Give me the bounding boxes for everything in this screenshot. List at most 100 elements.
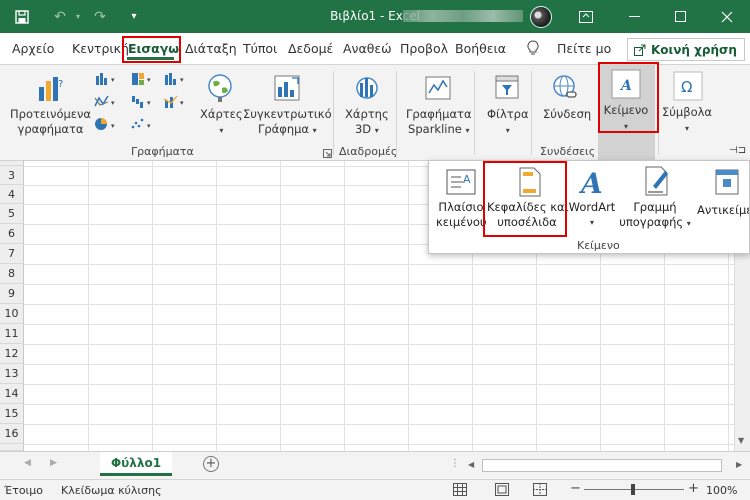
group-tours-label: Διαδρομές: [339, 145, 398, 158]
svg-text:A: A: [619, 78, 632, 94]
tab-insert[interactable]: Εισαγω: [128, 40, 179, 58]
status-bar: Έτοιμο Κλείδωμα κύλισης − + 100%: [0, 479, 750, 500]
zoom-out-icon[interactable]: −: [570, 481, 581, 496]
row-header[interactable]: 9: [0, 284, 24, 304]
row-header[interactable]: 3: [0, 166, 24, 185]
row-header[interactable]: 13: [0, 364, 24, 384]
collapse-ribbon-icon[interactable]: ⊣⊐: [729, 145, 746, 156]
link-button[interactable]: Σύνδεση: [543, 107, 591, 122]
prev-sheet-icon[interactable]: ◀: [24, 458, 31, 468]
share-button[interactable]: Κοινή χρήση: [627, 38, 745, 61]
signature-line-button[interactable]: Γραμμή υπογραφής ▾: [619, 200, 691, 231]
wordart-button[interactable]: WordArt ▾: [568, 200, 616, 230]
undo-dropdown-icon[interactable]: ▾: [72, 0, 84, 33]
header-footer-icon: [517, 167, 543, 200]
object-button[interactable]: Αντικείμεν: [697, 203, 749, 218]
group-text-label: Κείμενο: [577, 239, 620, 252]
pivot-chart-icon: [272, 73, 302, 106]
row-header[interactable]: 15: [0, 404, 24, 424]
svg-text:A: A: [463, 173, 471, 186]
object-icon: [714, 168, 742, 199]
tab-home[interactable]: Κεντρική: [72, 40, 129, 58]
tab-help[interactable]: Βοήθεια: [455, 40, 506, 58]
scroll-left-icon[interactable]: ◀: [468, 460, 474, 469]
add-sheet-icon[interactable]: +: [203, 456, 219, 472]
header-footer-button[interactable]: Κεφαλίδες και υποσέλιδα: [487, 200, 569, 230]
minimize-icon[interactable]: [612, 0, 658, 33]
close-icon[interactable]: [704, 0, 750, 33]
recommended-charts-button[interactable]: Προτεινόμενα γραφήματα: [10, 107, 91, 137]
tab-view[interactable]: Προβολ: [400, 40, 448, 58]
tab-data[interactable]: Δεδομέ: [288, 40, 333, 58]
row-header[interactable]: 10: [0, 304, 24, 324]
maps-button[interactable]: Χάρτες ▾: [200, 107, 243, 138]
pie-chart-icon[interactable]: ▾: [94, 117, 122, 134]
status-ready: Έτοιμο: [4, 484, 44, 497]
text-box-icon: A: [445, 167, 477, 200]
avatar[interactable]: [530, 6, 552, 28]
statistic-chart-icon[interactable]: ▾: [163, 71, 191, 88]
symbols-button[interactable]: Σύμβολα ▾: [662, 105, 712, 136]
horizontal-scroll-thumb[interactable]: [482, 459, 722, 472]
pivot-chart-button[interactable]: Συγκεντρωτικό Γράφημα ▾: [243, 107, 332, 138]
tell-me-search[interactable]: Πείτε μο: [557, 40, 611, 58]
sheet-tab-bar: ◀ ▶ Φύλλο1 + ⋮ ◀ ▶: [0, 451, 750, 479]
zoom-slider-thumb[interactable]: [631, 484, 635, 495]
sparklines-button[interactable]: Γραφήματα Sparkline ▾: [406, 107, 472, 138]
3d-map-button[interactable]: Χάρτης 3D ▾: [345, 107, 389, 138]
column-chart-icon[interactable]: ▾: [94, 71, 122, 88]
svg-text:▾: ▾: [111, 122, 115, 130]
row-header[interactable]: 16: [0, 424, 24, 444]
row-header[interactable]: 5: [0, 204, 24, 224]
scatter-chart-icon[interactable]: ▾: [130, 117, 158, 134]
row-header[interactable]: 7: [0, 244, 24, 264]
next-sheet-icon[interactable]: ▶: [50, 458, 57, 468]
undo-icon[interactable]: ↶: [48, 0, 72, 33]
text-box-button[interactable]: Πλαίσιο κειμένου: [436, 200, 487, 230]
redo-icon[interactable]: ↷: [88, 0, 112, 33]
row-header[interactable]: 8: [0, 264, 24, 284]
svg-text:▾: ▾: [180, 99, 184, 107]
svg-text:?: ?: [58, 79, 63, 90]
tab-file[interactable]: Αρχείο: [12, 40, 54, 58]
scroll-down-icon[interactable]: ▼: [738, 436, 744, 445]
row-header[interactable]: 11: [0, 324, 24, 344]
combo-chart-icon[interactable]: ▾: [163, 94, 191, 111]
svg-text:▾: ▾: [111, 76, 115, 84]
tab-layout[interactable]: Διάταξη: [185, 40, 237, 58]
page-break-view-icon[interactable]: [533, 483, 547, 499]
group-links-label: Συνδέσεις: [540, 145, 596, 158]
save-icon[interactable]: [8, 0, 36, 33]
hierarchy-chart-icon[interactable]: ▾: [130, 71, 158, 88]
zoom-level[interactable]: 100%: [706, 484, 737, 497]
page-layout-view-icon[interactable]: [495, 483, 509, 499]
tab-review[interactable]: Αναθεώ: [343, 40, 392, 58]
svg-text:▾: ▾: [147, 76, 151, 84]
text-icon: A: [611, 69, 641, 102]
text-button[interactable]: Κείμενο ▾: [603, 103, 649, 134]
filters-button[interactable]: Φίλτρα ▾: [487, 107, 529, 138]
normal-view-icon[interactable]: [453, 483, 467, 499]
ribbon-display-options-icon[interactable]: [563, 0, 609, 33]
tab-split-handle[interactable]: ⋮: [450, 458, 460, 469]
row-header[interactable]: 6: [0, 224, 24, 244]
zoom-in-icon[interactable]: +: [688, 481, 699, 496]
lightbulb-icon: [527, 40, 539, 58]
row-header[interactable]: 12: [0, 344, 24, 364]
horizontal-scrollbar[interactable]: ◀ ▶: [466, 458, 750, 474]
sheet-tab-1[interactable]: Φύλλο1: [100, 452, 172, 476]
active-tab-underline: [127, 57, 174, 60]
dialog-launcher-icon[interactable]: [323, 147, 332, 161]
link-icon: [550, 73, 580, 106]
row-header[interactable]: 4: [0, 185, 24, 204]
scroll-right-icon[interactable]: ▶: [736, 460, 742, 469]
row-header[interactable]: 14: [0, 384, 24, 404]
customize-toolbar-icon[interactable]: ▾: [124, 0, 144, 33]
line-chart-icon[interactable]: ▾: [94, 94, 122, 111]
svg-text:▾: ▾: [147, 99, 151, 107]
waterfall-chart-icon[interactable]: ▾: [130, 94, 158, 111]
status-scroll-lock: Κλείδωμα κύλισης: [61, 484, 162, 497]
maximize-icon[interactable]: [658, 0, 704, 33]
tab-formulas[interactable]: Τύποι: [243, 40, 277, 58]
svg-text:▾: ▾: [180, 76, 184, 84]
